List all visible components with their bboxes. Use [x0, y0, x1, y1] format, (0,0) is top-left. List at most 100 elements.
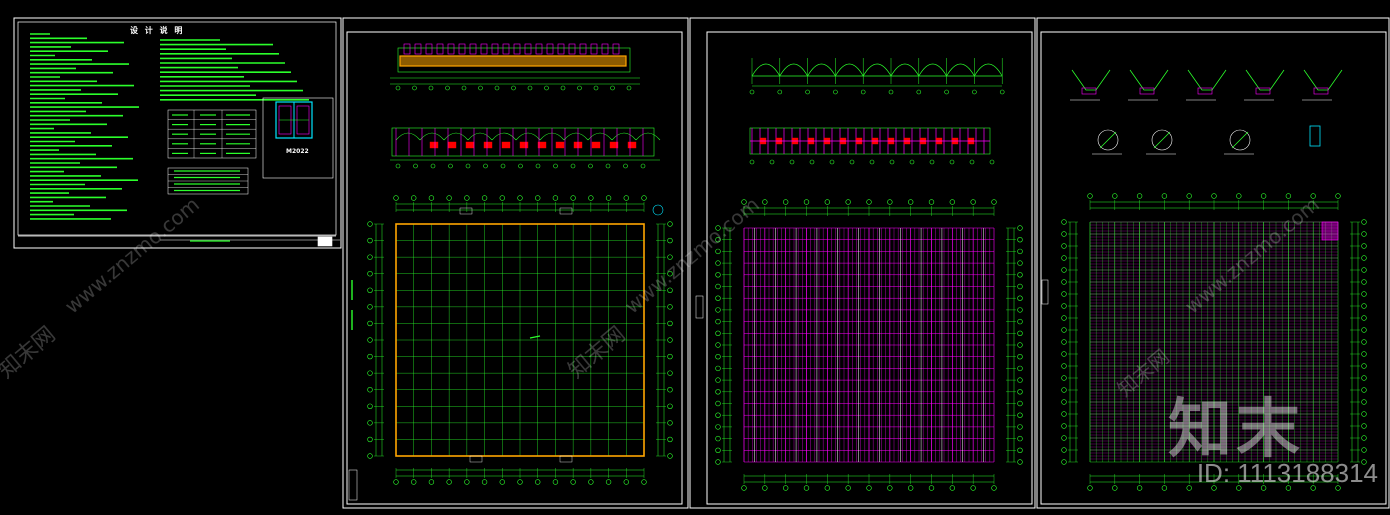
- grid-bubble: [944, 89, 949, 95]
- grid-bubble: [461, 85, 467, 91]
- arch: [890, 63, 920, 77]
- grid-bubble: [991, 199, 997, 205]
- grid-bubble: [411, 479, 417, 485]
- grid-bubble: [1017, 354, 1023, 360]
- detail-profile: [1071, 69, 1111, 91]
- grid-bubble: [715, 330, 721, 336]
- grid-bubble: [1017, 365, 1023, 372]
- cad-stroke: [447, 141, 457, 149]
- grid-bubble: [1361, 303, 1367, 309]
- grid-bubble: [809, 159, 815, 165]
- grid-bubble: [999, 89, 1005, 95]
- grid-bubble: [500, 163, 506, 169]
- cad-stroke: [559, 455, 573, 463]
- grid-bubble: [483, 163, 488, 169]
- grid-bubble: [782, 485, 789, 491]
- cad-stroke: [502, 43, 510, 55]
- arch: [515, 132, 541, 141]
- grid-bubble: [715, 354, 721, 360]
- grid-bubble: [1017, 283, 1023, 290]
- grid-bubble: [1186, 193, 1192, 199]
- grid-bubble: [762, 199, 768, 205]
- grid-bubble: [1361, 291, 1367, 297]
- grid-bubble: [1017, 237, 1023, 243]
- cad-stroke: [612, 43, 620, 55]
- grid-bubble: [860, 89, 866, 95]
- grid-bubble: [1061, 291, 1067, 297]
- grid-bubble: [1361, 435, 1367, 441]
- grid-bubble: [949, 199, 956, 205]
- grid-bubble: [446, 195, 452, 201]
- cad-stroke: [425, 43, 433, 55]
- cad-stroke: [1099, 131, 1117, 149]
- grid-bubble: [641, 479, 647, 485]
- grid-bubble: [588, 163, 593, 169]
- grid-bubble: [1061, 363, 1067, 369]
- grid-bubble: [465, 163, 471, 169]
- grid-bubble: [777, 89, 783, 95]
- arch: [491, 132, 517, 141]
- grid-bubble: [1061, 387, 1067, 393]
- grid-bubble: [667, 403, 673, 409]
- grid-bubble: [1061, 447, 1067, 453]
- grid-bubble: [667, 237, 673, 244]
- grid-bubble: [1136, 193, 1143, 199]
- grid-bubble: [1061, 243, 1067, 249]
- cad-stroke: [579, 43, 587, 55]
- cad-stroke: [465, 141, 475, 149]
- cad-stroke: [1153, 131, 1171, 149]
- grid-bubble: [916, 89, 922, 95]
- grid-bubble: [553, 163, 558, 169]
- grid-bubble: [667, 387, 673, 393]
- cad-stroke: [591, 141, 601, 149]
- watermark-id: ID: 1113188314: [1196, 458, 1378, 488]
- cad-stroke: [348, 469, 358, 501]
- grid-bubble: [605, 195, 612, 201]
- grid-bubble: [641, 195, 647, 201]
- grid-bubble: [367, 287, 373, 293]
- grid-bubble: [652, 204, 664, 216]
- cad-stroke: [1321, 221, 1339, 241]
- grid-bubble: [667, 370, 673, 376]
- grid-bubble: [887, 485, 893, 491]
- grid-bubble: [789, 159, 795, 165]
- cad-stroke: [555, 141, 565, 149]
- grid-bubble: [535, 163, 541, 169]
- grid-bubble: [769, 159, 775, 165]
- grid-bubble: [478, 85, 483, 91]
- grid-bubble: [413, 163, 418, 169]
- grid-bubble: [1061, 351, 1067, 357]
- grid-bubble: [1361, 411, 1367, 417]
- cad-stroke: [501, 141, 511, 149]
- grid-bubble: [412, 85, 417, 91]
- grid-bubble: [949, 485, 956, 491]
- grid-bubble: [970, 199, 976, 205]
- grid-bubble: [1361, 267, 1367, 273]
- arch: [611, 132, 637, 141]
- grid-bubble: [393, 479, 399, 485]
- grid-bubble: [929, 159, 935, 165]
- grid-bubble: [1112, 193, 1118, 199]
- arch: [807, 63, 836, 77]
- arch: [751, 63, 781, 77]
- notes-schedule-table: [167, 109, 257, 195]
- grid-bubble: [762, 485, 768, 491]
- grid-bubble: [367, 370, 373, 376]
- grid-bubble: [395, 85, 401, 91]
- grid-bubble: [1061, 339, 1067, 345]
- cad-stroke: [491, 43, 499, 55]
- grid-bubble: [803, 485, 810, 491]
- grid-bubble: [464, 195, 470, 201]
- grid-bubble: [1361, 387, 1367, 393]
- cad-stroke: [469, 455, 483, 463]
- grid-bubble: [544, 85, 549, 91]
- grid-bubble: [499, 479, 505, 485]
- grid-bubble: [1017, 330, 1023, 336]
- grid-bubble: [1061, 279, 1067, 285]
- grid-bubble: [1361, 243, 1367, 249]
- grid-bubble: [605, 479, 612, 485]
- grid-bubble: [367, 237, 373, 244]
- grid-bubble: [1017, 459, 1023, 465]
- grid-bubble: [605, 163, 611, 169]
- cad-stroke: [546, 43, 554, 55]
